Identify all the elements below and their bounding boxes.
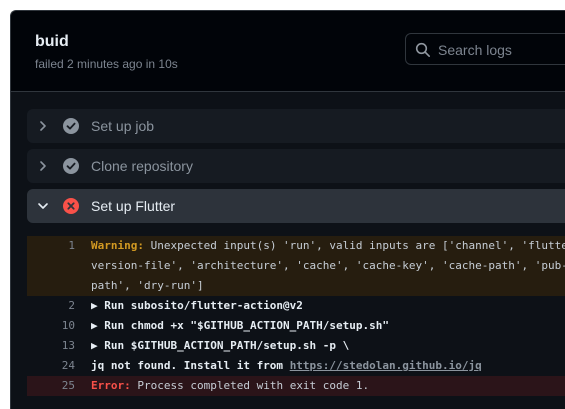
check-circle-icon: [63, 118, 79, 134]
log-group-line[interactable]: 10 ▶ Run chmod +x "$GITHUB_ACTION_PATH/s…: [27, 316, 565, 336]
log-text: Run $GITHUB_ACTION_PATH/setup.sh -p \: [97, 339, 350, 352]
step-label: Clone repository: [91, 158, 193, 174]
job-header: buid failed 2 minutes ago in 10s: [11, 11, 565, 91]
search-logs-box[interactable]: [405, 33, 565, 66]
warning-label: Warning:: [91, 239, 144, 252]
line-number[interactable]: 24: [27, 356, 75, 376]
log-text: Unexpected input(s) 'run', valid inputs …: [143, 239, 565, 252]
step-clone-repository[interactable]: Clone repository: [27, 149, 565, 183]
step-label: Set up Flutter: [91, 198, 176, 214]
line-number[interactable]: 25: [27, 376, 75, 396]
line-number[interactable]: 2: [27, 296, 75, 316]
check-circle-icon: [63, 158, 79, 174]
chevron-right-icon[interactable]: [37, 160, 49, 172]
log-line[interactable]: 24 jq not found. Install it from https:/…: [27, 356, 565, 376]
log-text: Run chmod +x "$GITHUB_ACTION_PATH/setup.…: [97, 319, 390, 332]
line-number[interactable]: 10: [27, 316, 75, 336]
log-line[interactable]: 1 Warning: Unexpected input(s) 'run', va…: [27, 236, 565, 256]
chevron-down-icon[interactable]: [37, 200, 49, 212]
error-label: Error:: [91, 379, 131, 392]
expand-triangle-icon[interactable]: ▶: [91, 319, 98, 332]
log-text: Process completed with exit code 1.: [130, 379, 370, 392]
job-title: buid: [35, 33, 69, 50]
log-line[interactable]: 25 Error: Process completed with exit co…: [27, 376, 565, 396]
log-text: path', 'dry-run']: [91, 279, 204, 292]
search-logs-input[interactable]: [436, 34, 565, 66]
expand-triangle-icon[interactable]: ▶: [91, 299, 98, 312]
step-log: 1 Warning: Unexpected input(s) 'run', va…: [27, 236, 565, 396]
step-set-up-flutter[interactable]: Set up Flutter: [27, 189, 565, 223]
job-status-text: failed 2 minutes ago in 10s: [35, 57, 178, 71]
jq-link[interactable]: https://stedolan.github.io/jq: [290, 359, 482, 372]
job-log-panel: buid failed 2 minutes ago in 10s Set up …: [10, 10, 565, 409]
x-circle-icon: [63, 198, 79, 214]
line-number[interactable]: 1: [27, 236, 75, 256]
step-set-up-job[interactable]: Set up job: [27, 109, 565, 143]
search-icon: [415, 42, 430, 57]
log-line-continuation: version-file', 'architecture', 'cache', …: [27, 256, 565, 276]
log-group-line[interactable]: 2 ▶ Run subosito/flutter-action@v2: [27, 296, 565, 316]
log-text: Run subosito/flutter-action@v2: [97, 299, 303, 312]
steps-list: Set up job Clone repository Set up Flutt…: [11, 92, 565, 409]
log-text: version-file', 'architecture', 'cache', …: [91, 259, 565, 272]
line-number[interactable]: 13: [27, 336, 75, 356]
expand-triangle-icon[interactable]: ▶: [91, 339, 98, 352]
log-line-continuation: path', 'dry-run']: [27, 276, 565, 296]
log-group-line[interactable]: 13 ▶ Run $GITHUB_ACTION_PATH/setup.sh -p…: [27, 336, 565, 356]
step-label: Set up job: [91, 118, 155, 134]
log-text: jq not found. Install it from: [91, 359, 290, 372]
chevron-right-icon[interactable]: [37, 120, 49, 132]
